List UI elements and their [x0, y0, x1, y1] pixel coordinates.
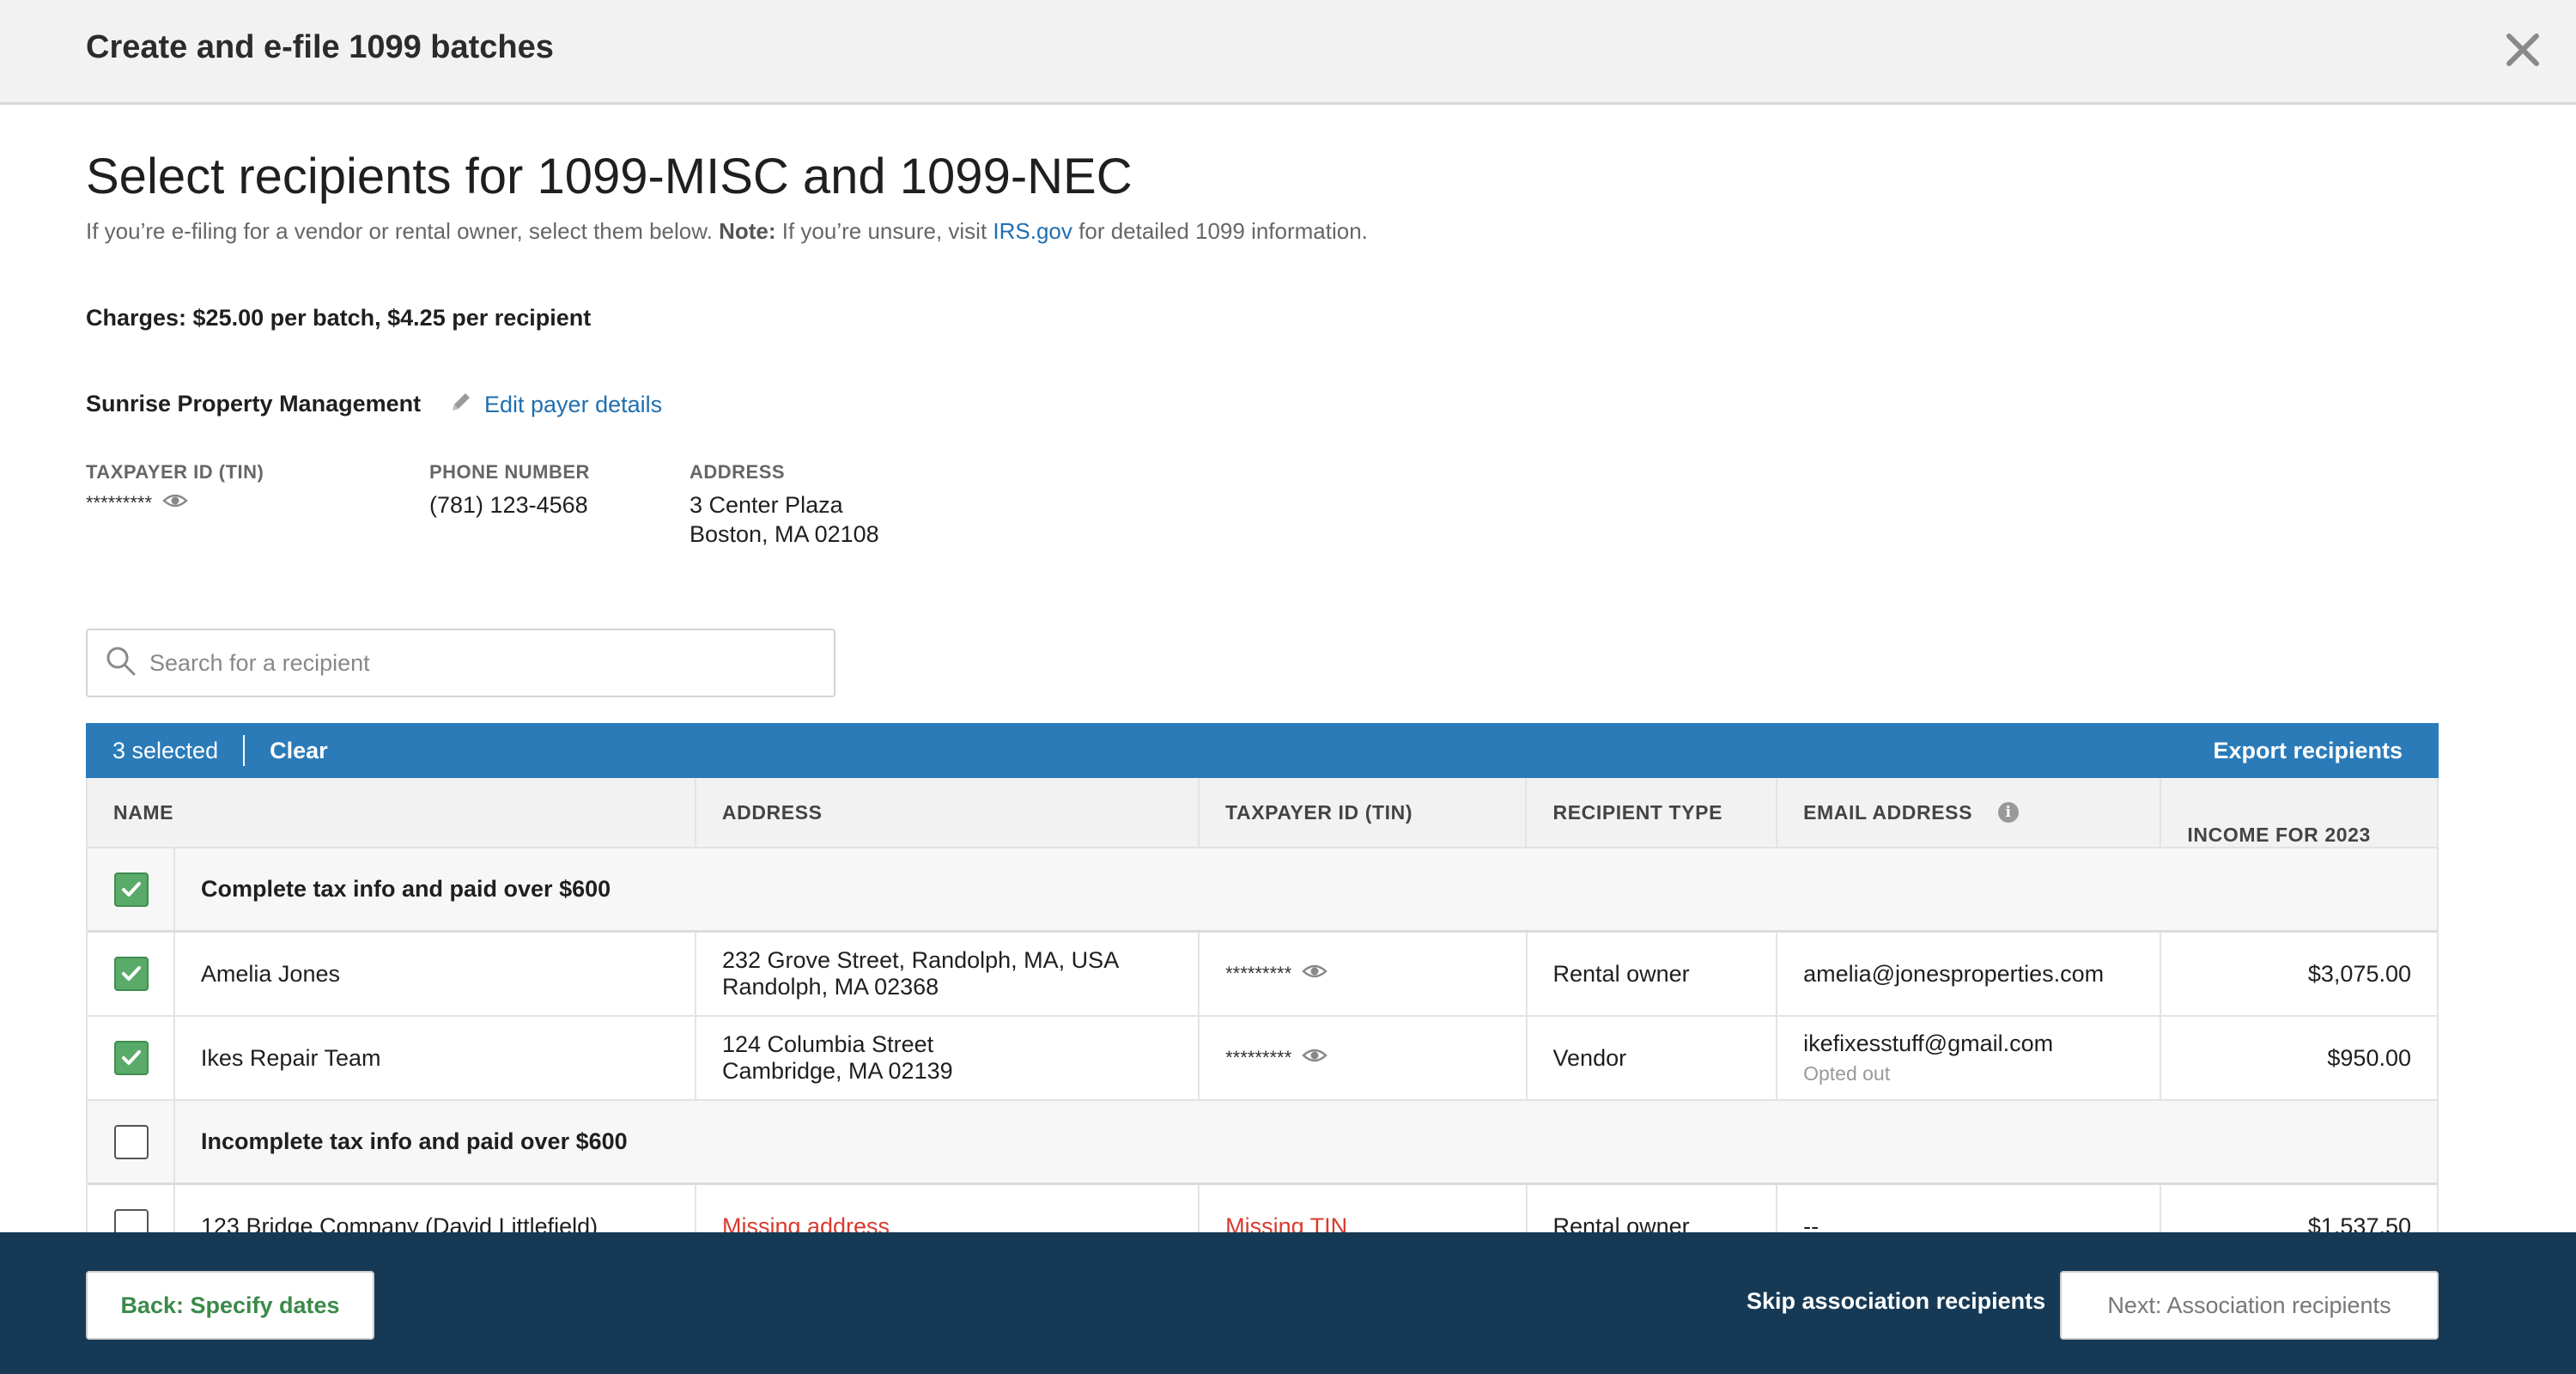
intro-text: If you’re e-filing for a vendor or renta…: [86, 218, 1368, 245]
close-icon[interactable]: [2499, 26, 2547, 74]
recipient-tin: *********: [1200, 933, 1528, 1015]
pencil-icon: [448, 389, 474, 421]
recipient-tin: *********: [1200, 1017, 1528, 1099]
row-checkbox[interactable]: [114, 957, 149, 991]
checkmark-icon: [122, 881, 141, 897]
address-label: ADDRESS: [690, 461, 786, 483]
table-row[interactable]: Amelia Jones 232 Grove Street, Randolph,…: [88, 933, 2437, 1017]
phone-label: PHONE NUMBER: [429, 461, 590, 483]
page-title: Select recipients for 1099-MISC and 1099…: [86, 149, 1133, 204]
header-income[interactable]: INCOME FOR 2023: [2161, 778, 2437, 847]
back-button[interactable]: Back: Specify dates: [86, 1271, 374, 1340]
eye-icon[interactable]: [1302, 1047, 1327, 1069]
table-row[interactable]: Ikes Repair Team 124 Columbia Street Cam…: [88, 1017, 2437, 1101]
recipient-email: amelia@jonesproperties.com: [1777, 933, 2162, 1015]
payer-tin: TAXPAYER ID (TIN) *********: [86, 461, 264, 514]
address-line2: Boston, MA 02108: [690, 521, 879, 547]
divider: [243, 735, 246, 766]
clear-button[interactable]: Clear: [270, 738, 328, 764]
edit-payer-details-link[interactable]: Edit payer details: [448, 389, 662, 421]
address-line2: Cambridge, MA 02139: [721, 1058, 953, 1084]
payer-phone: PHONE NUMBER (781) 123-4568: [429, 461, 590, 520]
group-row-complete: Complete tax info and paid over $600: [88, 848, 2437, 933]
eye-icon[interactable]: [162, 492, 188, 514]
checkmark-icon: [122, 1050, 141, 1065]
payer-name: Sunrise Property Management: [86, 391, 422, 416]
next-button[interactable]: Next: Association recipients: [2060, 1271, 2439, 1340]
email-value: ikefixesstuff@gmail.com: [1803, 1030, 2054, 1056]
group-title-complete: Complete tax info and paid over $600: [201, 876, 611, 902]
row-checkbox[interactable]: [114, 1041, 149, 1075]
tin-value: *********: [1225, 963, 1292, 984]
charges-text: Charges: $25.00 per batch, $4.25 per rec…: [86, 305, 592, 331]
tin-value: *********: [86, 492, 153, 514]
export-recipients-button[interactable]: Export recipients: [2213, 738, 2403, 764]
recipient-email: ikefixesstuff@gmail.com Opted out: [1777, 1017, 2162, 1099]
modal-header: Create and e-file 1099 batches: [0, 0, 2576, 105]
eye-icon[interactable]: [1302, 963, 1327, 985]
recipient-name: Amelia Jones: [175, 933, 696, 1015]
payer-address: ADDRESS 3 Center Plaza Boston, MA 02108: [690, 461, 879, 549]
skip-association-button[interactable]: Skip association recipients: [1747, 1288, 2045, 1315]
intro-text-mid: If you’re unsure, visit: [781, 218, 987, 244]
email-opted-out-note: Opted out: [1803, 1062, 1891, 1085]
recipient-address: 232 Grove Street, Randolph, MA, USA Rand…: [696, 933, 1200, 1015]
note-label: Note:: [719, 218, 776, 244]
recipient-type: Rental owner: [1528, 933, 1778, 1015]
address-line1: 232 Grove Street, Randolph, MA, USA: [721, 947, 1120, 973]
selection-bar: 3 selected Clear Export recipients: [86, 723, 2439, 778]
edit-payer-label: Edit payer details: [484, 392, 663, 417]
header-email[interactable]: EMAIL ADDRESS i: [1777, 778, 2162, 847]
recipient-income: $3,075.00: [2307, 960, 2411, 987]
header-name[interactable]: NAME: [88, 778, 696, 847]
recipient-type: Vendor: [1528, 1017, 1778, 1099]
checkmark-icon: [122, 966, 141, 981]
group-checkbox-complete[interactable]: [114, 872, 149, 907]
address-line1: 3 Center Plaza: [690, 492, 843, 518]
group-checkbox-incomplete[interactable]: [114, 1124, 149, 1159]
tin-label: TAXPAYER ID (TIN): [86, 461, 264, 483]
address-line1: 124 Columbia Street: [721, 1031, 934, 1057]
table-header-row: NAME ADDRESS TAXPAYER ID (TIN) RECIPIENT…: [88, 778, 2437, 848]
header-tin[interactable]: TAXPAYER ID (TIN): [1200, 778, 1528, 847]
intro-text-before: If you’re e-filing for a vendor or renta…: [86, 218, 713, 244]
header-email-label: EMAIL ADDRESS: [1803, 800, 1973, 824]
recipient-name: Ikes Repair Team: [175, 1017, 696, 1099]
footer-bar: Back: Specify dates Skip association rec…: [0, 1232, 2576, 1374]
tin-value: *********: [1225, 1047, 1292, 1068]
search-icon: [88, 645, 137, 682]
header-address[interactable]: ADDRESS: [696, 778, 1200, 847]
header-recipient-type[interactable]: RECIPIENT TYPE: [1527, 778, 1778, 847]
selected-count: 3 selected: [112, 737, 219, 763]
modal-title: Create and e-file 1099 batches: [86, 29, 554, 65]
irs-link[interactable]: IRS.gov: [993, 218, 1072, 244]
search-input[interactable]: [149, 649, 802, 677]
intro-text-after: for detailed 1099 information.: [1078, 218, 1368, 244]
info-icon[interactable]: i: [1998, 802, 2020, 823]
group-title-incomplete: Incomplete tax info and paid over $600: [201, 1128, 628, 1154]
recipients-table: NAME ADDRESS TAXPAYER ID (TIN) RECIPIENT…: [86, 778, 2439, 1269]
search-field[interactable]: [86, 629, 835, 697]
recipient-income: $950.00: [2327, 1044, 2411, 1071]
address-line2: Randolph, MA 02368: [721, 974, 939, 1000]
recipient-address: 124 Columbia Street Cambridge, MA 02139: [696, 1017, 1200, 1099]
phone-value: (781) 123-4568: [429, 492, 588, 518]
group-row-incomplete: Incomplete tax info and paid over $600: [88, 1101, 2437, 1185]
